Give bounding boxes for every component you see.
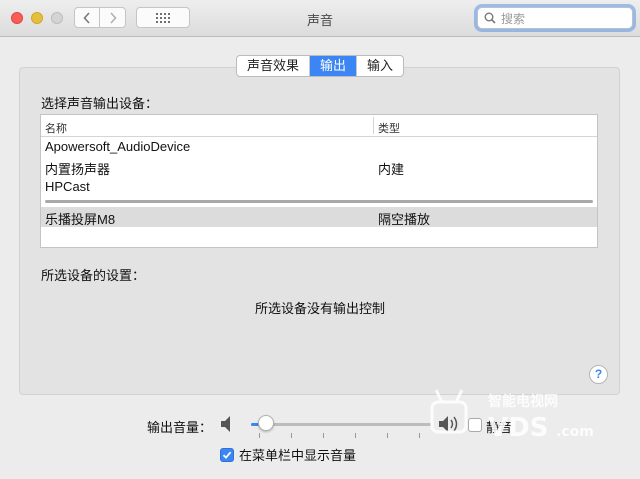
output-volume-label: 输出音量： [147, 420, 213, 435]
speaker-high-icon [439, 416, 458, 432]
watermark-text-1: 智能电视网 [487, 393, 558, 410]
slider-tick [291, 433, 292, 438]
slider-tick [355, 433, 356, 438]
slider-tick [387, 433, 388, 438]
table-row[interactable]: HPCast [41, 177, 597, 197]
output-device-table: 名称 类型 Apowersoft_AudioDevice 内置扬声器 内建 HP… [40, 114, 598, 248]
search-icon [484, 12, 496, 24]
table-row[interactable]: 内置扬声器 内建 [41, 157, 597, 177]
slider-tick [323, 433, 324, 438]
volume-track [251, 423, 431, 426]
no-controls-message: 所选设备没有输出控制 [254, 301, 385, 316]
tab-output[interactable]: 输出 [309, 56, 357, 76]
tab-input[interactable]: 输入 [356, 56, 403, 76]
table-row[interactable]: Apowersoft_AudioDevice [41, 137, 597, 157]
device-group-divider [45, 200, 593, 203]
column-header-type[interactable]: 类型 [378, 120, 400, 136]
column-header-name[interactable]: 名称 [45, 120, 67, 136]
help-button[interactable]: ? [589, 365, 608, 384]
watermark-text-3: .com [556, 424, 594, 440]
slider-tick [259, 433, 260, 438]
tab-bar: 声音效果 输出 输入 [236, 55, 405, 77]
show-volume-checkbox[interactable] [220, 447, 234, 462]
device-name: Apowersoft_AudioDevice [45, 139, 191, 154]
search-placeholder: 搜索 [501, 11, 526, 26]
slider-tick [419, 433, 420, 438]
volume-knob[interactable] [257, 415, 274, 431]
device-name: 乐播投屏M8 [45, 212, 116, 227]
volume-slider[interactable] [251, 415, 431, 445]
device-name: HPCast [45, 179, 90, 194]
search-field[interactable]: 搜索 [477, 7, 633, 29]
show-volume-in-menubar[interactable]: 在菜单栏中显示音量 [220, 445, 356, 464]
device-type: 隔空播放 [378, 212, 431, 227]
mute-label: 静音 [486, 420, 513, 435]
show-volume-label: 在菜单栏中显示音量 [239, 448, 357, 463]
device-name: 内置扬声器 [45, 162, 111, 177]
device-settings-label: 所选设备的设置： [41, 268, 146, 283]
mute-checkbox[interactable] [468, 418, 482, 432]
table-row-selected[interactable]: 乐播投屏M8 隔空播放 [41, 207, 597, 227]
column-divider[interactable] [373, 117, 374, 134]
output-device-section-label: 选择声音输出设备： [41, 96, 159, 111]
tab-sound-effects[interactable]: 声音效果 [237, 56, 309, 76]
device-type: 内建 [378, 162, 405, 177]
title-bar: 声音 搜索 [0, 0, 640, 37]
checkmark-icon [222, 451, 232, 459]
table-header: 名称 类型 [41, 115, 597, 137]
speaker-low-icon [221, 416, 230, 432]
